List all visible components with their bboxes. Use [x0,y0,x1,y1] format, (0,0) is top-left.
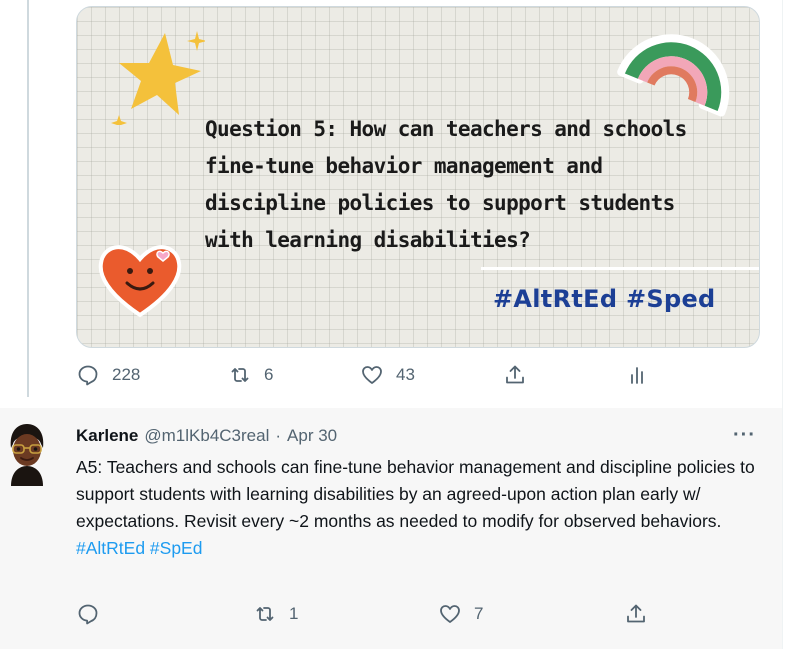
reply-icon [78,604,98,625]
reply-body: A5: Teachers and schools can fine-tune b… [76,454,766,562]
author-name[interactable]: Karlene [76,426,138,445]
share-button[interactable] [503,363,527,387]
retweet-count: 6 [264,365,274,384]
avatar[interactable] [5,418,49,486]
tweet-image[interactable]: Question 5: How can teachers and schools… [76,6,760,348]
like-button[interactable]: 43 [360,363,415,387]
reply-like-count: 7 [474,604,484,623]
image-hashtags: #AltRtEd #Sped [493,285,716,313]
meta-separator: · [275,426,282,445]
heart-icon [362,366,382,384]
author-handle[interactable]: @m1lKb4C3real [144,426,269,445]
reply-button[interactable]: 228 [76,363,140,387]
retweet-icon [231,368,249,382]
heart-icon [440,605,460,623]
reply-text: A5: Teachers and schools can fine-tune b… [76,457,755,531]
retweet-icon [256,607,274,621]
timeline-border [782,0,783,649]
divider-line [481,267,759,270]
smiling-heart-sticker-icon [98,245,182,318]
tweet-actions: 228 6 43 [0,363,782,393]
thread-connector-line [27,0,29,397]
analytics-icon [631,367,643,384]
rainbow-sticker-icon [617,34,730,117]
reply-count: 228 [112,365,141,384]
reply-retweet-button[interactable]: 1 [253,602,298,626]
reply-reply-button[interactable] [76,602,112,626]
reply-icon [78,365,98,386]
reply-retweet-count: 1 [289,604,299,623]
reply-hashtags[interactable]: #AltRtEd #SpEd [76,535,766,562]
like-count: 43 [396,365,415,384]
reply-actions: 1 7 [0,602,782,632]
analytics-button[interactable] [625,363,649,387]
share-icon [506,365,524,384]
more-options-button[interactable]: ··· [733,424,756,447]
reply-like-button[interactable]: 7 [438,602,483,626]
reply-share-button[interactable] [624,602,648,626]
reply-header: Karlene @m1lKb4C3real · Apr 30 [76,426,337,446]
star-sticker-icon [111,31,205,125]
retweet-button[interactable]: 6 [228,363,273,387]
tweet-date[interactable]: Apr 30 [287,426,337,445]
question-text: Question 5: How can teachers and schools… [205,117,687,252]
share-icon [627,604,645,623]
